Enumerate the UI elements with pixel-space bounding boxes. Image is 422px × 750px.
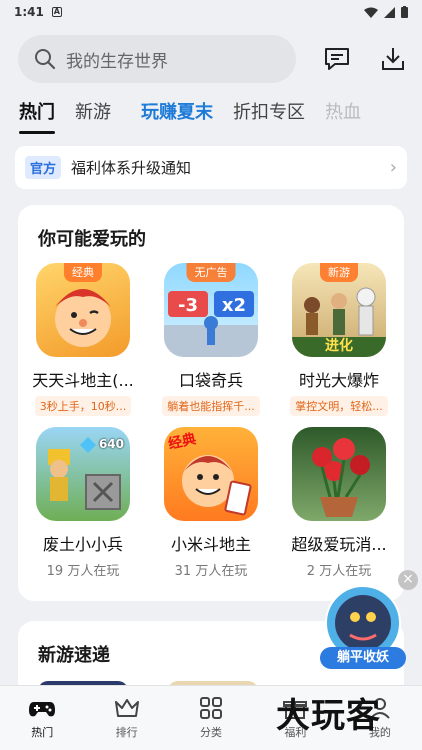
wifi-icon [364, 7, 378, 18]
nav-label: 热门 [31, 726, 54, 739]
nav-category[interactable]: 分类 [169, 686, 253, 750]
status-time: 1:41 [14, 5, 44, 19]
evolution-logo-text: 进化 [325, 338, 353, 354]
nav-hot[interactable]: 热门 [0, 686, 84, 750]
game-name: 天天斗地主(... [32, 371, 134, 390]
doudizhu-man-icon: 经典 [36, 263, 130, 357]
gem-counter: 640 [98, 437, 124, 451]
nav-label: 排行 [115, 726, 138, 739]
tab-action[interactable]: 热血 [325, 94, 361, 128]
game-card[interactable]: 超级爱玩消... 2 万人在玩 [277, 427, 401, 579]
recommend-title: 你可能爱玩的 [38, 229, 146, 250]
official-notice-banner[interactable]: 官方 福利体系升级通知 › [15, 146, 407, 189]
miner-icon: 640 [36, 427, 130, 521]
gamepad-icon [29, 702, 56, 717]
game-card[interactable]: 经典 天天斗地主(... 3秒上手，10秒... [21, 263, 145, 420]
official-tag: 官方 [25, 156, 62, 179]
game-name: 口袋奇兵 [178, 371, 243, 390]
game-name: 废土小小兵 [42, 535, 123, 554]
game-tip: 3秒上手，10秒... [34, 396, 132, 416]
game-tip: 掌控文明，轻松... [290, 396, 388, 416]
tab-hot[interactable]: 热门 [19, 94, 55, 134]
message-icon [325, 48, 349, 70]
game-badge: 无广告 [186, 263, 236, 282]
game-name: 时光大爆炸 [298, 371, 379, 390]
download-icon [382, 48, 404, 70]
search-placeholder: 我的生存世界 [66, 51, 168, 72]
nav-label: 分类 [200, 726, 223, 739]
watermark: 大玩客 [276, 696, 381, 736]
signal-icon [384, 6, 395, 18]
floating-ad-label: 躺平收妖 [320, 647, 406, 669]
status-bar: 1:41 A [0, 0, 422, 24]
notice-text: 福利体系升级通知 [71, 159, 192, 177]
game-badge: 新游 [320, 263, 358, 282]
game-badge: 经典 [64, 263, 102, 282]
game-card[interactable]: 640 废土小小兵 19 万人在玩 [21, 427, 145, 579]
player-count: 19 万人在玩 [46, 564, 120, 579]
floating-ad[interactable]: 躺平收妖 [320, 585, 406, 669]
tab-summer-promo[interactable]: 玩赚夏末 [141, 94, 213, 128]
download-button[interactable] [378, 44, 408, 74]
game-card[interactable]: -3 x2 无广告 口袋奇兵 躺着也能指挥千... [149, 263, 273, 420]
recommend-card: 你可能爱玩的 经典 天天斗地主(... 3秒上手，10秒... -3 x2 无广… [18, 205, 404, 601]
nav-rank[interactable]: 排行 [84, 686, 168, 750]
tab-new[interactable]: 新游 [75, 94, 111, 128]
game-name: 超级爱玩消... [291, 535, 387, 554]
number-runner-icon: -3 x2 无广告 [164, 263, 258, 357]
category-tabs: 热门 新游 玩赚夏末 折扣专区 热血 [0, 94, 422, 134]
roses-icon [292, 427, 386, 521]
player-count: 2 万人在玩 [306, 564, 372, 579]
app-notification-icon: A [51, 7, 62, 17]
grid-icon [200, 697, 223, 719]
message-button[interactable] [322, 44, 352, 74]
search-input[interactable]: 我的生存世界 [18, 35, 296, 83]
player-count: 31 万人在玩 [174, 564, 248, 579]
battery-icon [401, 6, 408, 18]
search-icon [35, 49, 56, 70]
game-card[interactable]: 新游 进化 时光大爆炸 掌控文明，轻松... [277, 263, 401, 420]
crown-icon [114, 699, 139, 717]
svg-text:-3: -3 [178, 295, 198, 316]
game-card[interactable]: 经典 小米斗地主 31 万人在玩 [149, 427, 273, 579]
card-player-icon: 经典 [164, 427, 258, 521]
evolution-icon: 新游 进化 [292, 263, 386, 357]
svg-text:x2: x2 [222, 295, 246, 316]
game-name: 小米斗地主 [170, 535, 251, 554]
new-games-title: 新游速递 [38, 645, 110, 666]
status-indicators [364, 6, 408, 18]
chevron-right-icon: › [389, 157, 397, 178]
game-tip: 躺着也能指挥千... [162, 396, 260, 416]
search-row: 我的生存世界 [18, 35, 408, 83]
tab-discount[interactable]: 折扣专区 [233, 94, 305, 128]
